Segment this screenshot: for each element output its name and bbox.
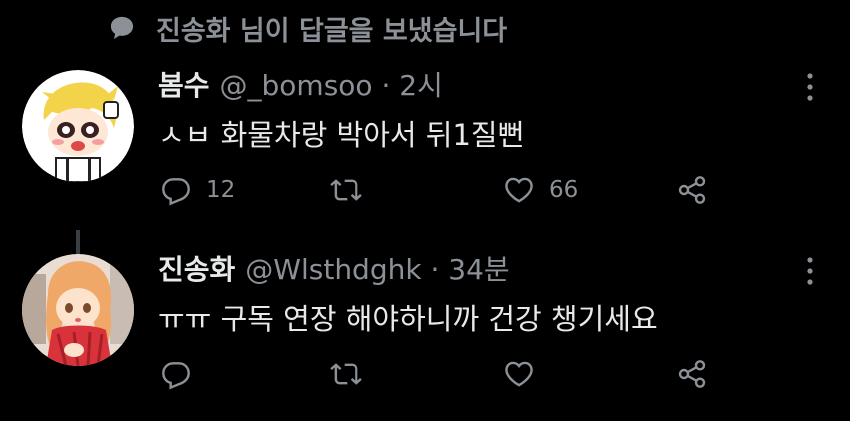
share-button[interactable] xyxy=(676,356,708,392)
reply-icon xyxy=(162,178,190,206)
reply-icon xyxy=(162,362,190,390)
like-count: 66 xyxy=(549,177,579,203)
avatar[interactable] xyxy=(22,254,134,366)
like-icon xyxy=(505,177,533,203)
more-options-icon[interactable] xyxy=(800,70,820,104)
reply-count: 12 xyxy=(206,177,236,203)
avatar-illustration xyxy=(22,254,134,366)
retweet-icon xyxy=(330,363,362,385)
avatar[interactable] xyxy=(22,70,134,182)
more-options-icon[interactable] xyxy=(800,254,820,288)
avatar-illustration xyxy=(22,70,134,182)
display-name[interactable]: 봄수 xyxy=(158,64,210,104)
tweet-header: 진송화 @Wlsthdghk · 34분 xyxy=(158,248,510,288)
like-icon xyxy=(505,361,533,387)
reply-context-text: 진송화 님이 답글을 보냈습니다 xyxy=(156,15,508,47)
reply-context: 진송화 님이 답글을 보냈습니다 xyxy=(108,8,507,48)
handle-and-time[interactable]: @Wlsthdghk · 34분 xyxy=(245,248,509,288)
tweet-header: 봄수 @_bomsoo · 2시 xyxy=(158,64,443,104)
tweet-text: ㅠㅠ 구독 연장 해야하니까 건강 챙기세요 xyxy=(158,302,658,336)
tweet-text: ㅅㅂ 화물차랑 박아서 뒤1질뻔 xyxy=(158,118,525,152)
retweet-button[interactable] xyxy=(330,172,376,208)
tweet-actions: 12 66 xyxy=(160,172,720,208)
share-icon xyxy=(678,360,706,388)
tweet-actions xyxy=(160,356,720,392)
handle-and-time[interactable]: @_bomsoo · 2시 xyxy=(220,64,443,104)
reply-button[interactable] xyxy=(160,356,206,392)
retweet-icon xyxy=(330,179,362,201)
share-button[interactable] xyxy=(676,172,708,208)
retweet-button[interactable] xyxy=(330,356,376,392)
share-icon xyxy=(678,176,706,204)
like-button[interactable] xyxy=(503,356,549,392)
reply-button[interactable]: 12 xyxy=(160,172,235,208)
display-name[interactable]: 진송화 xyxy=(158,248,235,288)
like-button[interactable]: 66 xyxy=(503,172,578,208)
speech-bubble-icon xyxy=(110,16,134,39)
